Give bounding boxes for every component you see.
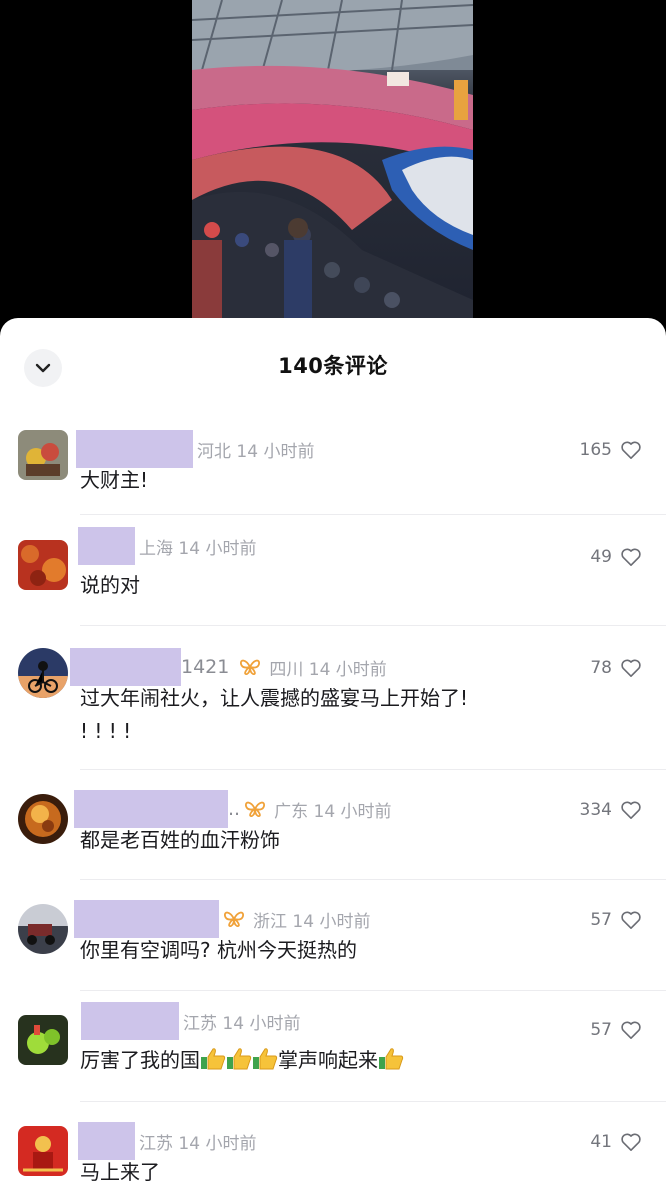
like-button[interactable]: 334: [580, 796, 642, 824]
timestamp: 14 小时前: [292, 911, 371, 932]
location: 河北: [197, 441, 231, 462]
divider: [80, 990, 666, 991]
avatar[interactable]: [18, 1015, 68, 1065]
comment-meta: 上海 14 小时前: [78, 527, 256, 565]
like-count: 57: [590, 1020, 612, 1040]
location: 江苏: [183, 1013, 217, 1034]
username-suffix: 1421: [181, 656, 230, 678]
comment-text: 大财主!: [80, 468, 149, 492]
divider: [80, 769, 666, 770]
panel-title: 140条评论: [278, 354, 388, 378]
location: 浙江: [253, 911, 287, 932]
comment-item[interactable]: 河北 14 小时前 大财主! 165: [0, 430, 666, 540]
comment-text-part2: 掌声响起来: [278, 1048, 378, 1072]
username-redacted[interactable]: [81, 1002, 179, 1040]
timestamp: 14 小时前: [178, 538, 257, 559]
like-count: 78: [590, 658, 612, 678]
username-redacted[interactable]: [70, 648, 181, 686]
timestamp: 14 小时前: [236, 441, 315, 462]
comment-text: 都是老百姓的血汗粉饰: [80, 828, 280, 852]
username-redacted[interactable]: [78, 527, 135, 565]
butterfly-badge-icon: [244, 800, 266, 818]
timestamp: 14 小时前: [313, 801, 392, 822]
comment-meta: 河北 14 小时前: [76, 430, 314, 468]
avatar[interactable]: [18, 794, 68, 844]
comment-meta: 1421 四川 14 小时前: [70, 648, 387, 686]
heart-outline-icon: [621, 1133, 641, 1151]
comment-panel: 140条评论 河北 14 小时前 大财主! 165 上海 14 小时前 说的对 …: [0, 318, 666, 1195]
username-redacted[interactable]: [74, 790, 228, 828]
heart-outline-icon: [621, 801, 641, 819]
timestamp: 14 小时前: [178, 1133, 257, 1154]
username-suffix: ..: [228, 798, 241, 820]
comment-text: 马上来了: [80, 1160, 160, 1184]
divider: [80, 879, 666, 880]
comment-item[interactable]: 江苏 14 小时前 厉害了我的国 掌声响起来 57: [0, 1002, 666, 1112]
divider: [80, 1101, 666, 1102]
comment-item[interactable]: 浙江 14 小时前 你里有空调吗? 杭州今天挺热的 57: [0, 900, 666, 1010]
comment-meta: .. 广东 14 小时前: [74, 790, 392, 828]
heart-outline-icon: [621, 1021, 641, 1039]
heart-outline-icon: [621, 911, 641, 929]
like-count: 165: [579, 440, 612, 460]
comment-text-line1: 过大年闹社火，让人震撼的盛宴马上开始了!: [80, 686, 469, 710]
like-button[interactable]: 41: [590, 1128, 642, 1156]
like-button[interactable]: 49: [590, 543, 642, 571]
comment-meta: 浙江 14 小时前: [74, 900, 370, 938]
comment-text-line2: ! ! ! !: [80, 719, 132, 743]
avatar[interactable]: [18, 1126, 68, 1176]
timestamp: 14 小时前: [222, 1013, 301, 1034]
comment-item[interactable]: 江苏 14 小时前 马上来了 41: [0, 1122, 666, 1195]
heart-outline-icon: [621, 659, 641, 677]
comment-text: 过大年闹社火，让人震撼的盛宴马上开始了! ! ! ! !: [80, 682, 550, 748]
like-count: 57: [590, 910, 612, 930]
location: 江苏: [139, 1133, 173, 1154]
thumbs-up-emoji: [201, 1048, 226, 1070]
like-button[interactable]: 57: [590, 1016, 642, 1044]
comment-meta: 江苏 14 小时前: [78, 1122, 256, 1160]
avatar[interactable]: [18, 430, 68, 480]
divider: [80, 514, 666, 515]
like-button[interactable]: 165: [580, 436, 642, 464]
thumbs-up-emoji: [227, 1048, 252, 1070]
like-count: 41: [590, 1132, 612, 1152]
username-redacted[interactable]: [76, 430, 193, 468]
comment-meta: 江苏 14 小时前: [81, 1002, 300, 1040]
divider: [80, 625, 666, 626]
thumbs-up-emoji: [379, 1048, 404, 1070]
avatar[interactable]: [18, 904, 68, 954]
timestamp: 14 小时前: [308, 659, 387, 680]
heart-outline-icon: [621, 548, 641, 566]
comment-item[interactable]: .. 广东 14 小时前 都是老百姓的血汗粉饰 334: [0, 790, 666, 900]
comment-item[interactable]: 上海 14 小时前 说的对 49: [0, 527, 666, 637]
video-player[interactable]: [192, 0, 473, 320]
like-button[interactable]: 57: [590, 906, 642, 934]
comment-item[interactable]: 1421 四川 14 小时前 过大年闹社火，让人震撼的盛宴马上开始了! ! ! …: [0, 648, 666, 788]
like-button[interactable]: 78: [590, 654, 642, 682]
location: 四川: [269, 659, 304, 680]
location: 上海: [139, 538, 173, 559]
comment-text: 说的对: [80, 573, 140, 597]
butterfly-badge-icon: [223, 910, 245, 928]
like-count: 334: [579, 800, 612, 820]
comment-text: 厉害了我的国 掌声响起来: [80, 1044, 550, 1077]
avatar[interactable]: [18, 540, 68, 590]
like-count: 49: [590, 547, 612, 567]
heart-outline-icon: [621, 441, 641, 459]
username-redacted[interactable]: [74, 900, 219, 938]
avatar[interactable]: [18, 648, 68, 698]
username-redacted[interactable]: [78, 1122, 135, 1160]
comment-text: 你里有空调吗? 杭州今天挺热的: [80, 938, 357, 962]
butterfly-badge-icon: [239, 658, 261, 676]
location: 广东: [274, 801, 309, 822]
comment-text-part1: 厉害了我的国: [80, 1048, 200, 1072]
thumbs-up-emoji: [253, 1048, 278, 1070]
stadium-video-frame: [192, 0, 473, 320]
